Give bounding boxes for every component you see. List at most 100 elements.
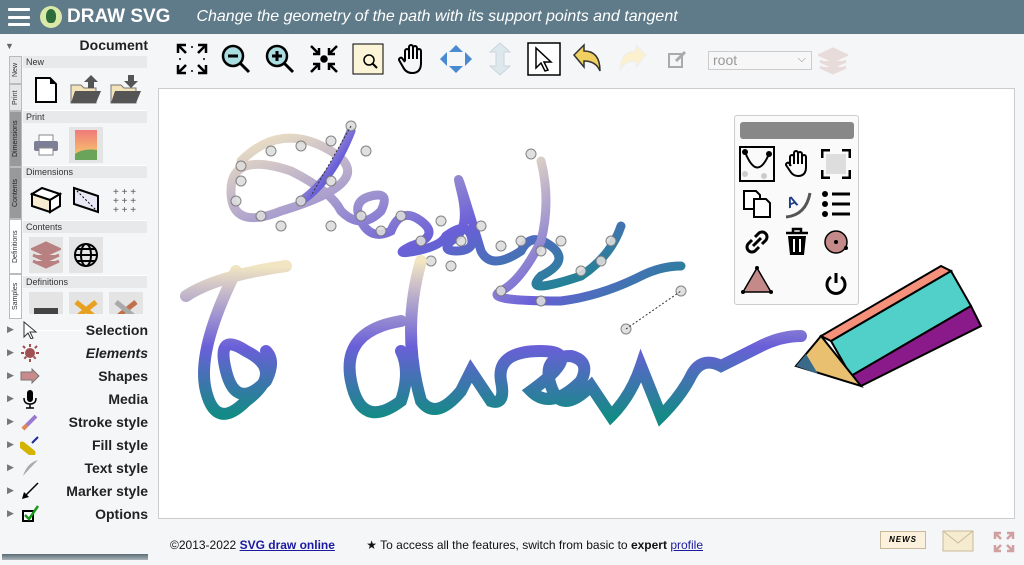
shrink-icon[interactable] (302, 39, 346, 79)
section-elements[interactable]: ▶ Elements (0, 341, 150, 364)
drawing-canvas[interactable] (158, 88, 1015, 519)
vtab-samples[interactable]: Samples (9, 274, 22, 319)
zoom-area-icon[interactable] (346, 39, 390, 79)
floating-tool-panel: A (734, 115, 859, 305)
star-icon: ★ (366, 538, 378, 552)
expand-triangle-icon: ▶ (7, 416, 14, 426)
header: DRAW SVG Change the geometry of the path… (0, 0, 1024, 34)
section-media[interactable]: ▶ Media (0, 387, 150, 410)
section-label: Shapes (98, 367, 148, 384)
duplicate-icon[interactable] (739, 186, 775, 222)
section-options[interactable]: ▶ Options (0, 502, 150, 525)
expand-triangle-icon: ▶ (7, 347, 14, 357)
circle-point-icon[interactable] (818, 224, 854, 260)
section-text-style[interactable]: ▶ Text style (0, 456, 150, 479)
copyright-text: ©2013-2022 (170, 538, 240, 552)
export-image-icon[interactable] (69, 127, 103, 163)
vtab-contents[interactable]: Contents (9, 167, 22, 219)
layer-select[interactable]: root ⌵ (708, 51, 812, 70)
open-folder-upload-icon[interactable] (69, 72, 103, 108)
vtab-new[interactable]: New (9, 56, 22, 84)
vtab-print[interactable]: Print (9, 84, 22, 111)
fullscreen-icon[interactable] (993, 531, 1015, 558)
section-shapes[interactable]: ▶ Shapes (0, 364, 150, 387)
vtab-dimensions[interactable]: Dimensions (9, 111, 22, 167)
menu-icon[interactable] (8, 8, 30, 26)
panel-drag-handle[interactable] (740, 122, 854, 139)
fit-screen-icon[interactable] (170, 39, 214, 79)
arrow-shape-icon (20, 366, 40, 386)
section-label: Marker style (66, 482, 148, 499)
sidebar-scrollbar[interactable] (2, 554, 148, 560)
link-icon[interactable] (739, 224, 775, 260)
group-dimensions: Dimensions + + + + + + + + + (23, 166, 147, 221)
layer-select-value: root (713, 52, 738, 68)
layers-icon[interactable] (29, 237, 63, 273)
box-dimensions-icon[interactable] (29, 182, 63, 218)
group-new: New (23, 56, 147, 111)
power-icon[interactable] (818, 266, 854, 302)
list-icon[interactable] (818, 186, 854, 222)
globe-icon[interactable] (69, 237, 103, 273)
inbox-icon[interactable] (29, 292, 63, 314)
section-label: Media (108, 390, 148, 407)
section-label: Stroke style (68, 413, 148, 430)
box-diagonal-icon[interactable] (69, 182, 103, 218)
grid-points-icon[interactable]: + + + + + + + + + (109, 182, 143, 218)
news-label: NEWS (889, 535, 917, 544)
vtab-definitions[interactable]: Definitions (9, 219, 22, 274)
expand-triangle-icon: ▶ (7, 462, 14, 472)
save-folder-download-icon[interactable] (109, 72, 143, 108)
section-label: Elements (85, 344, 148, 361)
select-bounds-icon[interactable] (818, 146, 854, 182)
section-marker-style[interactable]: ▶ Marker style (0, 479, 150, 502)
toolbar (170, 37, 692, 81)
app-name: DRAW SVG (67, 6, 171, 27)
move-arrows-icon[interactable] (434, 39, 478, 79)
layers-icon[interactable] (816, 47, 850, 80)
news-icon[interactable]: NEWS (880, 531, 926, 549)
group-title: Definitions (23, 276, 147, 288)
hand-icon[interactable] (779, 146, 815, 182)
group-title: Contents (23, 221, 147, 233)
svg-text:A: A (784, 192, 800, 212)
text-on-path-icon[interactable]: A (779, 186, 815, 222)
mail-icon[interactable] (942, 530, 974, 557)
expand-triangle-icon: ▶ (7, 324, 14, 334)
feather-icon (20, 458, 40, 478)
cursor-icon (20, 320, 40, 340)
group-title: Print (23, 111, 147, 123)
printer-icon[interactable] (29, 127, 63, 163)
vertical-resize-icon (478, 39, 522, 79)
page-subtitle: Change the geometry of the path with its… (196, 8, 678, 25)
pencil-icon (20, 412, 40, 432)
arrow-marker-icon (20, 481, 40, 501)
svg-text:+ + +: + + + (113, 205, 136, 214)
section-fill-style[interactable]: ▶ Fill style (0, 433, 150, 456)
rainbow-tools-icon[interactable] (69, 292, 103, 314)
expand-triangle-icon: ▶ (7, 439, 14, 449)
pan-hand-icon[interactable] (390, 39, 434, 79)
select-pointer-icon[interactable] (522, 39, 566, 79)
group-print: Print (23, 111, 147, 166)
triangle-icon[interactable] (739, 262, 775, 298)
section-label: Fill style (91, 436, 148, 453)
svg-draw-online-link[interactable]: SVG draw online (240, 538, 335, 552)
group-title: Dimensions (23, 166, 147, 178)
profile-link[interactable]: profile (670, 538, 703, 552)
notice-bold: expert (630, 538, 667, 552)
document-title: Document (79, 37, 148, 53)
edit-icon[interactable] (662, 39, 692, 79)
new-file-icon[interactable] (29, 72, 63, 108)
path-edit-icon[interactable] (739, 146, 775, 182)
grey-tools-icon[interactable] (109, 292, 143, 314)
zoom-in-icon[interactable] (258, 39, 302, 79)
undo-icon[interactable] (566, 39, 610, 79)
to-draw-path (180, 255, 807, 427)
zoom-out-icon[interactable] (214, 39, 258, 79)
section-selection[interactable]: ▶ Selection (0, 318, 150, 341)
expand-triangle-icon: ▶ (7, 485, 14, 495)
trash-icon[interactable] (779, 224, 815, 260)
section-stroke-style[interactable]: ▶ Stroke style (0, 410, 150, 433)
ready-path (226, 126, 686, 306)
